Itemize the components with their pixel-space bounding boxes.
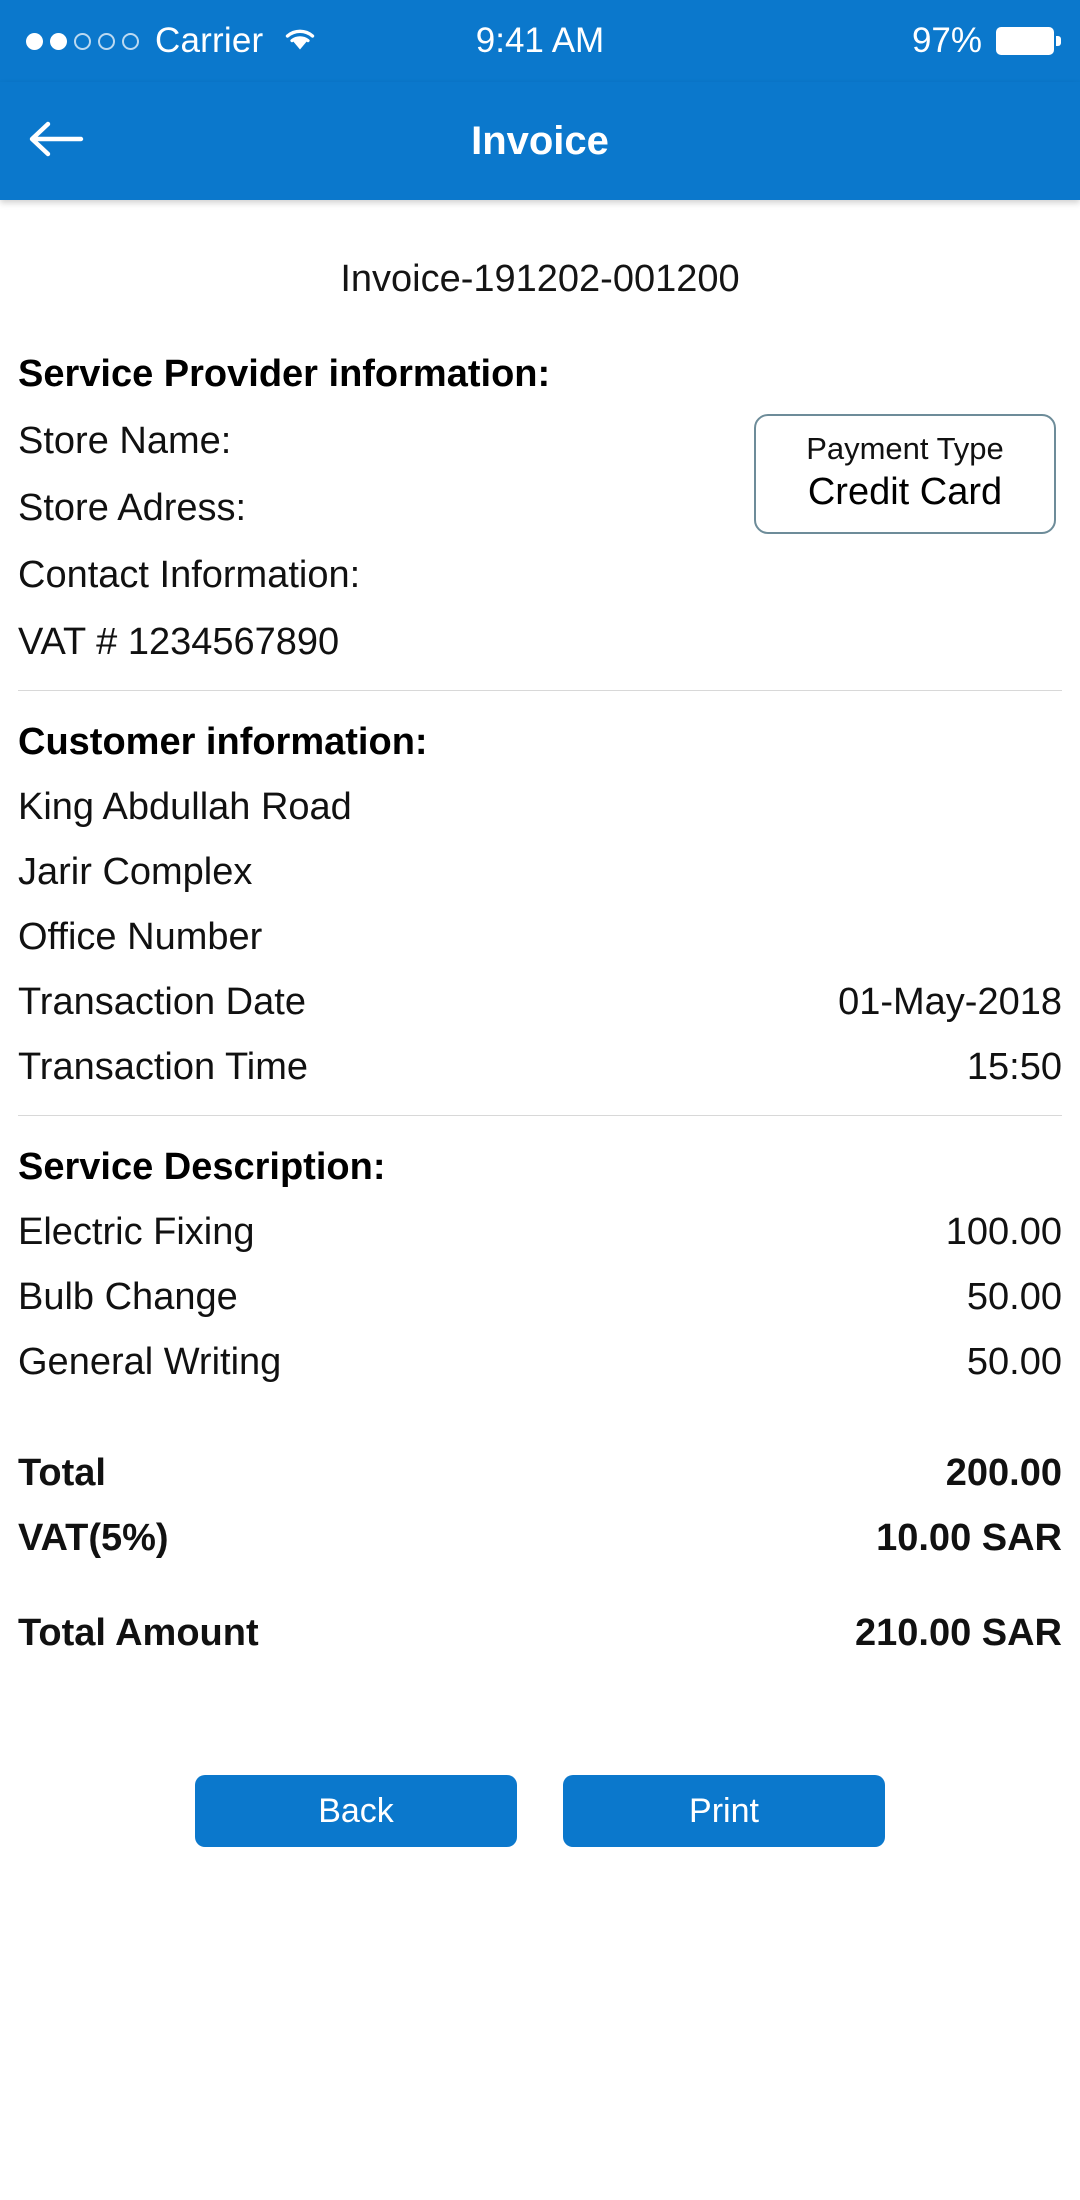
subtotal-label: Total [18,1452,106,1494]
signal-dot-empty [98,32,115,50]
back-nav-button[interactable] [0,82,110,200]
subtotal-row: Total 200.00 [18,1452,1062,1495]
transaction-date-label: Transaction Date [18,981,306,1023]
print-button[interactable]: Print [563,1775,885,1847]
customer-address-line-1-label: King Abdullah Road [18,786,352,828]
payment-type-card[interactable]: Payment Type Credit Card [754,414,1056,534]
nav-bar: Invoice [0,82,1080,200]
invoice-content: Invoice-191202-001200 Service Provider i… [0,258,1080,1847]
signal-dot-filled [26,32,43,50]
store-name-label: Store Name: [18,420,232,462]
battery-percentage: 97% [911,21,982,60]
service-item-row: General Writing 50.00 [18,1341,1062,1384]
customer-office-number-label: Office Number [18,916,263,958]
status-bar-left: Carrier [26,21,319,61]
store-address-label: Store Adress: [18,487,247,529]
transaction-time-value: 15:50 [966,1046,1062,1088]
signal-strength-icon [26,32,139,50]
action-buttons: Back Print [18,1775,1062,1847]
page-title: Invoice [471,118,609,163]
arrow-left-icon [24,118,86,165]
service-item-amount: 100.00 [945,1211,1062,1253]
wifi-icon [281,25,319,58]
contact-information-row: Contact Information: [18,554,638,597]
transaction-time-row: Transaction Time 15:50 [18,1046,1062,1089]
service-item-amount: 50.00 [966,1341,1062,1383]
totals-block: Total 200.00 VAT(5%) 10.00 SAR Total Amo… [18,1452,1062,1655]
status-bar: Carrier 9:41 AM 97% [0,0,1080,82]
customer-heading: Customer information: [18,721,428,763]
transaction-time-label: Transaction Time [18,1046,309,1088]
service-item-amount: 50.00 [966,1276,1062,1318]
service-item-row: Electric Fixing 100.00 [18,1211,1062,1254]
back-button[interactable]: Back [195,1775,517,1847]
customer-address-line-1-row: King Abdullah Road [18,786,1062,829]
invoice-number: Invoice-191202-001200 [340,258,740,300]
payment-type-value: Credit Card [807,471,1003,514]
service-provider-section: Service Provider information: Store Name… [18,353,1062,690]
vat-row: VAT(5%) 10.00 SAR [18,1517,1062,1560]
service-item-row: Bulb Change 50.00 [18,1276,1062,1319]
transaction-date-row: Transaction Date 01-May-2018 [18,981,1062,1024]
store-address-row: Store Adress: [18,487,638,530]
customer-section: Customer information: King Abdullah Road… [18,691,1062,1115]
total-amount-label: Total Amount [18,1612,259,1654]
signal-dot-empty [74,32,91,50]
vat-value: 10.00 SAR [876,1517,1062,1559]
service-provider-heading: Service Provider information: [18,353,551,395]
service-description-heading: Service Description: [18,1146,386,1188]
contact-information-label: Contact Information: [18,554,361,596]
service-item-label: Electric Fixing [18,1211,255,1253]
vat-number-label: VAT # 1234567890 [18,621,340,663]
vat-label: VAT(5%) [18,1517,169,1559]
service-provider-fields: Store Name: Store Adress: Contact Inform… [18,420,638,664]
customer-address-line-2-label: Jarir Complex [18,851,253,893]
carrier-label: Carrier [155,21,264,60]
signal-dot-filled [50,32,67,50]
service-provider-body: Store Name: Store Adress: Contact Inform… [18,414,1062,664]
signal-dot-empty [122,32,139,50]
total-amount-value: 210.00 SAR [854,1612,1062,1654]
customer-address-line-2-row: Jarir Complex [18,851,1062,894]
status-bar-right: 97% [911,21,1061,61]
vat-number-row: VAT # 1234567890 [18,621,638,664]
customer-office-number-row: Office Number [18,916,1062,959]
transaction-date-value: 01-May-2018 [838,981,1062,1023]
service-description-section: Service Description: Electric Fixing 100… [18,1116,1062,1655]
store-name-row: Store Name: [18,420,638,463]
battery-full-icon [996,27,1061,55]
service-item-label: Bulb Change [18,1276,238,1318]
total-amount-row: Total Amount 210.00 SAR [18,1612,1062,1655]
service-item-label: General Writing [18,1341,282,1383]
payment-type-label: Payment Type [806,431,1004,467]
subtotal-value: 200.00 [945,1452,1062,1494]
